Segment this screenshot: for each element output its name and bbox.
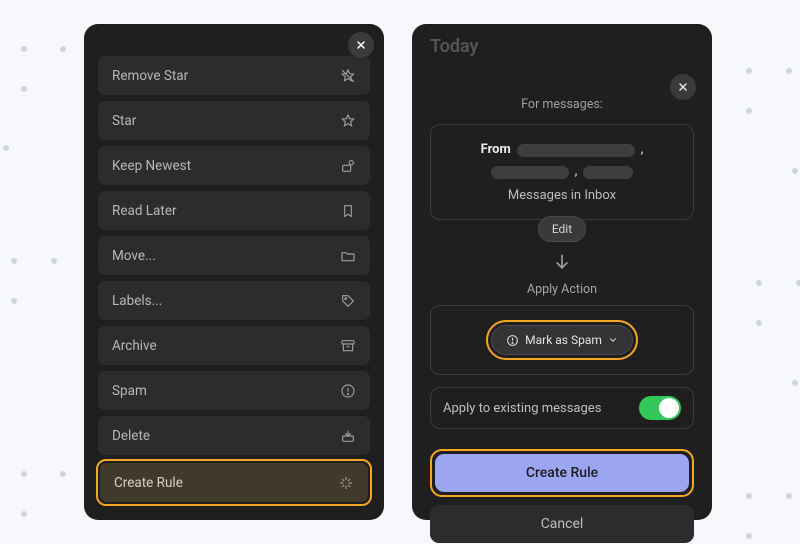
close-icon[interactable]: [348, 32, 374, 58]
delete-tray-icon: [340, 428, 356, 444]
menu-item-move[interactable]: Move...: [98, 236, 370, 275]
cancel-button[interactable]: Cancel: [430, 505, 694, 543]
info-icon: [340, 383, 356, 399]
menu-item-label: Move...: [112, 248, 156, 264]
menu-item-delete[interactable]: Delete: [98, 416, 370, 455]
menu-item-label: Delete: [112, 428, 150, 444]
menu-item-label: Star: [112, 113, 136, 129]
action-chip[interactable]: Mark as Spam: [491, 325, 633, 355]
redacted-sender: [491, 166, 569, 179]
apply-action-label: Apply Action: [527, 282, 597, 297]
background-header: Today: [412, 36, 712, 57]
bookmark-icon: [340, 203, 356, 219]
create-rule-panel: Today For messages: From , , Messages in…: [412, 24, 712, 520]
arrow-down-icon: [552, 252, 572, 272]
folder-icon: [340, 248, 356, 264]
background-title: Today: [430, 36, 479, 57]
edit-criteria-button[interactable]: Edit: [538, 216, 586, 242]
action-menu-list: Remove Star Star Keep Newest Read Later: [84, 24, 384, 518]
menu-item-keep-newest[interactable]: Keep Newest: [98, 146, 370, 185]
keep-newest-icon: [340, 158, 356, 174]
edit-label: Edit: [552, 222, 572, 236]
for-messages-label: For messages:: [521, 97, 603, 112]
menu-item-archive[interactable]: Archive: [98, 326, 370, 365]
chevron-down-icon: [608, 335, 618, 345]
menu-item-label: Spam: [112, 383, 147, 399]
apply-existing-row: Apply to existing messages: [430, 387, 694, 429]
menu-item-remove-star[interactable]: Remove Star: [98, 56, 370, 95]
menu-item-star[interactable]: Star: [98, 101, 370, 140]
rule-criteria-card: From , , Messages in Inbox: [430, 124, 694, 220]
redacted-sender: [583, 166, 633, 179]
highlight-create-rule-menu: Create Rule: [96, 459, 372, 506]
from-label: From: [481, 139, 511, 161]
highlight-create-rule-button: Create Rule: [430, 449, 694, 497]
menu-item-spam[interactable]: Spam: [98, 371, 370, 410]
apply-existing-toggle[interactable]: [639, 396, 681, 420]
messages-in-label: Messages in Inbox: [445, 185, 679, 207]
menu-item-label: Read Later: [112, 203, 177, 219]
apply-action-card: Mark as Spam: [430, 305, 694, 375]
menu-item-label: Labels...: [112, 293, 162, 309]
info-icon: [506, 334, 519, 347]
create-rule-button-label: Create Rule: [526, 465, 598, 481]
create-rule-button[interactable]: Create Rule: [435, 454, 689, 492]
cancel-button-label: Cancel: [541, 516, 584, 532]
star-off-icon: [340, 68, 356, 84]
action-menu-panel: Remove Star Star Keep Newest Read Later: [84, 24, 384, 520]
close-icon[interactable]: [670, 74, 696, 100]
tag-icon: [340, 293, 356, 309]
highlight-action-chip: Mark as Spam: [486, 320, 638, 360]
menu-item-create-rule[interactable]: Create Rule: [100, 463, 368, 502]
star-icon: [340, 113, 356, 129]
create-rule-icon: [338, 475, 354, 491]
menu-item-label: Create Rule: [114, 475, 183, 491]
menu-item-label: Archive: [112, 338, 157, 354]
menu-item-label: Keep Newest: [112, 158, 191, 174]
action-chip-label: Mark as Spam: [525, 333, 602, 347]
apply-existing-label: Apply to existing messages: [443, 401, 601, 416]
menu-item-labels[interactable]: Labels...: [98, 281, 370, 320]
menu-item-read-later[interactable]: Read Later: [98, 191, 370, 230]
archive-icon: [340, 338, 356, 354]
redacted-sender: [517, 144, 635, 157]
menu-item-label: Remove Star: [112, 68, 188, 84]
